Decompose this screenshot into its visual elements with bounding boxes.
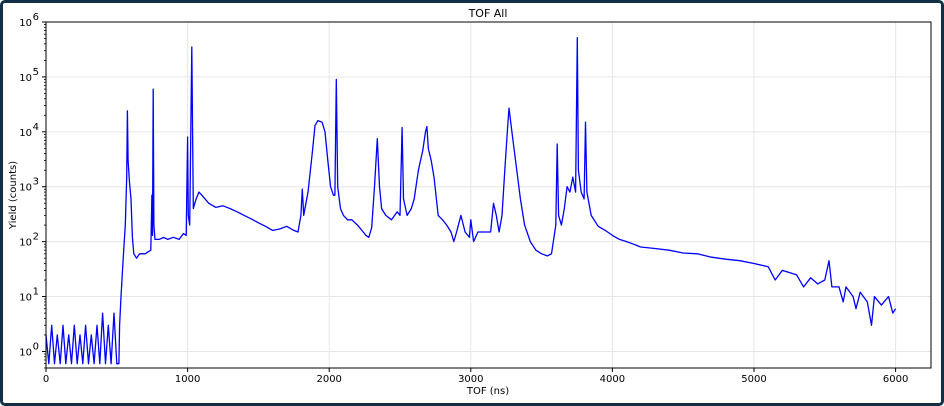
y-axis-label: Yield (counts) [8,161,19,230]
y-tick-label: 10 [19,347,32,358]
x-tick-label: 2000 [316,374,341,385]
chart-title: TOF All [468,7,508,20]
plot-area-background [46,22,931,368]
x-tick-label: 5000 [741,374,766,385]
y-tick-exponent: 3 [33,177,39,188]
y-tick-label: 10 [19,73,32,84]
x-tick-label: 3000 [458,374,483,385]
y-tick-exponent: 0 [33,341,39,352]
y-tick-label: 10 [19,18,32,29]
y-tick-exponent: 4 [33,122,39,133]
tof-chart: 0 1000 2000 3000 4000 5000 6000 10010110210310… [8,7,932,397]
y-tick-exponent: 5 [33,67,39,78]
x-axis-label: TOF (ns) [466,386,509,397]
y-tick-label: 10 [19,183,32,194]
y-tick-exponent: 6 [33,12,39,23]
x-tick-label: 6000 [883,374,908,385]
x-axis-ticks: 0 1000 2000 3000 4000 5000 6000 [43,368,908,385]
y-tick-exponent: 2 [33,232,39,243]
x-tick-label: 4000 [600,374,625,385]
x-tick-label: 0 [43,374,49,385]
y-tick-label: 10 [19,128,32,139]
y-axis-ticks: 100101102103104105106 [19,12,46,369]
y-tick-exponent: 1 [33,287,39,298]
y-tick-label: 10 [19,238,32,249]
y-tick-label: 10 [19,293,32,304]
x-tick-label: 1000 [175,374,200,385]
